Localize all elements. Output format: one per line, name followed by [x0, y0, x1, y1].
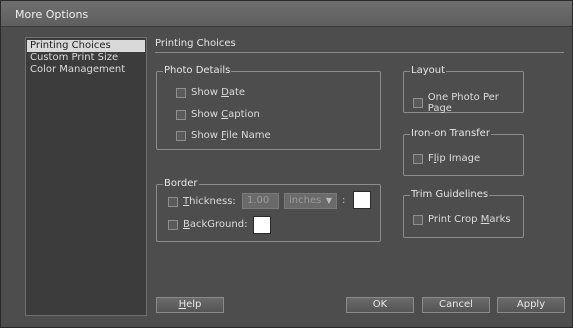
flip-image-checkbox[interactable]: Flip Image — [413, 153, 480, 164]
print-crop-marks-checkbox[interactable]: Print Crop Marks — [413, 214, 511, 225]
show-caption-label: Show Caption — [191, 109, 260, 120]
border-color-swatch[interactable] — [353, 191, 371, 209]
color-colon: : — [342, 195, 346, 206]
border-group: Border Thickness: 1.00 inches ▼ : BackGr… — [156, 178, 381, 242]
checkbox-box[interactable] — [168, 219, 178, 230]
units-select[interactable]: inches ▼ — [284, 193, 337, 209]
trim-guidelines-group: Trim Guidelines Print Crop Marks — [403, 189, 524, 238]
background-color-swatch[interactable] — [253, 216, 271, 234]
ok-button[interactable]: OK — [346, 297, 414, 313]
thickness-label: Thickness: — [183, 196, 236, 207]
title-bar[interactable]: More Options — [1, 1, 572, 27]
sidebar-item-custom-print-size[interactable]: Custom Print Size — [27, 52, 145, 64]
window-title: More Options — [15, 8, 89, 21]
photo-details-group: Photo Details Show Date Show Caption Sho… — [156, 65, 381, 150]
background-checkbox[interactable]: BackGround: — [168, 219, 247, 230]
checkbox-box[interactable] — [413, 214, 423, 225]
checkbox-box[interactable] — [168, 196, 178, 207]
iron-on-transfer-legend: Iron-on Transfer — [410, 128, 491, 140]
help-button[interactable]: Help — [156, 297, 224, 313]
photo-details-legend: Photo Details — [163, 65, 232, 77]
layout-group: Layout One Photo Per Page — [403, 65, 524, 114]
chevron-down-icon: ▼ — [325, 196, 332, 205]
sidebar-list: Printing Choices Custom Print Size Color… — [25, 37, 147, 316]
one-photo-per-page-label: One Photo Per Page — [427, 92, 499, 114]
thickness-input[interactable]: 1.00 — [242, 193, 279, 209]
checkbox-box[interactable] — [413, 98, 423, 108]
more-options-dialog: More Options Printing Choices Custom Pri… — [0, 0, 573, 328]
background-label: BackGround: — [183, 219, 248, 230]
checkbox-box[interactable] — [176, 130, 186, 141]
one-photo-per-page-checkbox[interactable]: One Photo Per Page — [413, 92, 523, 114]
checkbox-box[interactable] — [176, 109, 186, 120]
cancel-button[interactable]: Cancel — [422, 297, 490, 313]
checkbox-box[interactable] — [176, 87, 186, 98]
show-date-label: Show Date — [191, 87, 246, 98]
sidebar-item-printing-choices[interactable]: Printing Choices — [27, 40, 145, 52]
print-crop-marks-label: Print Crop Marks — [428, 214, 511, 225]
units-value: inches — [289, 195, 322, 206]
section-title: Printing Choices — [155, 38, 236, 49]
trim-guidelines-legend: Trim Guidelines — [410, 189, 490, 201]
sidebar-item-color-management[interactable]: Color Management — [27, 64, 145, 76]
show-file-name-label: Show File Name — [191, 130, 271, 141]
show-date-checkbox[interactable]: Show Date — [176, 87, 245, 98]
show-file-name-checkbox[interactable]: Show File Name — [176, 130, 271, 141]
flip-image-label: Flip Image — [428, 153, 481, 164]
section-divider — [155, 52, 564, 53]
checkbox-box[interactable] — [413, 153, 423, 164]
layout-legend: Layout — [410, 65, 446, 77]
thickness-checkbox[interactable]: Thickness: — [168, 196, 236, 207]
show-caption-checkbox[interactable]: Show Caption — [176, 109, 260, 120]
iron-on-transfer-group: Iron-on Transfer Flip Image — [403, 128, 524, 176]
apply-button[interactable]: Apply — [497, 297, 565, 313]
border-legend: Border — [163, 178, 199, 190]
